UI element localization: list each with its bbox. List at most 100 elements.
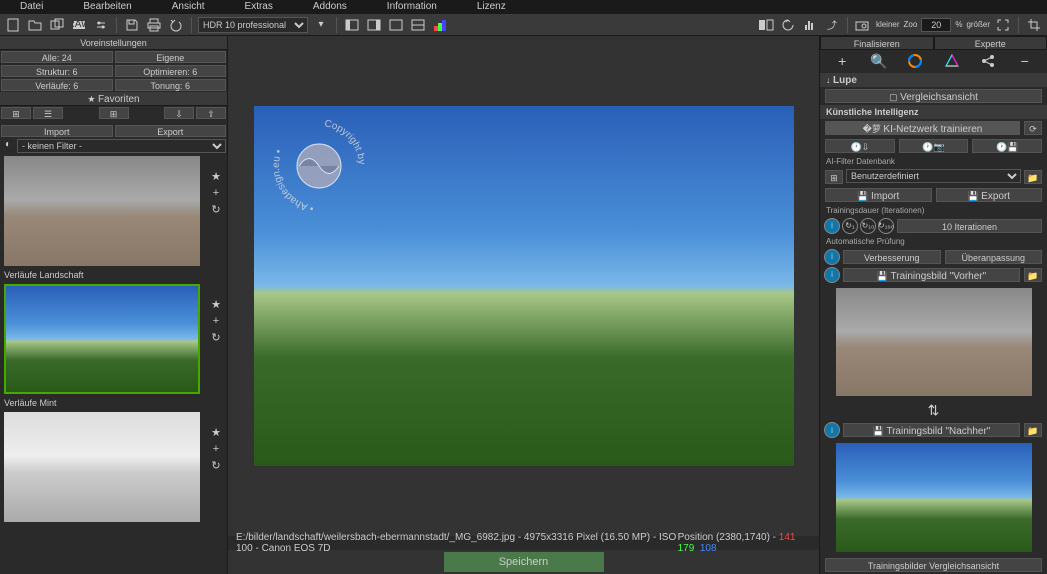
raw-icon[interactable]: RAW xyxy=(70,17,88,33)
menu-lizenz[interactable]: Lizenz xyxy=(457,0,526,14)
anpassung-button[interactable]: Überanpassung xyxy=(945,250,1043,264)
main-image[interactable]: Copyright by • Ahadesign.eu • xyxy=(254,106,794,466)
share-icon[interactable] xyxy=(976,51,1000,71)
verbesserung-button[interactable]: Verbesserung xyxy=(843,250,941,264)
save-icon[interactable] xyxy=(123,17,141,33)
train-button[interactable]: �萝 KI-Netzwerk trainieren xyxy=(825,121,1020,135)
compare-icon[interactable] xyxy=(757,17,775,33)
open-folder-icon[interactable] xyxy=(26,17,44,33)
color-picker-icon[interactable] xyxy=(431,17,449,33)
new-file-icon[interactable] xyxy=(4,17,22,33)
tab-experte[interactable]: Experte xyxy=(934,36,1047,50)
vergleich-button[interactable]: ▢ Vergleichsansicht xyxy=(825,89,1042,103)
hdr-profile-select[interactable]: HDR 10 professional xyxy=(198,17,308,33)
menu-ansicht[interactable]: Ansicht xyxy=(152,0,225,14)
image-canvas[interactable]: Copyright by • Ahadesign.eu • xyxy=(228,36,819,536)
view-list-icon[interactable]: ☰ xyxy=(33,107,63,119)
menu-addons[interactable]: Addons xyxy=(293,0,367,14)
training-after-image[interactable] xyxy=(836,443,1032,552)
zoom-smaller-label[interactable]: kleiner xyxy=(876,20,900,29)
lupe-header[interactable]: ↓ Lupe xyxy=(820,73,1047,87)
refresh-icon[interactable] xyxy=(779,17,797,33)
star-icon[interactable]: ★ xyxy=(211,426,221,439)
auto-info-icon[interactable]: i xyxy=(824,249,840,265)
preset-image-2[interactable] xyxy=(4,412,200,522)
prism-icon[interactable] xyxy=(940,51,964,71)
time3-icon[interactable]: 🕐💾 xyxy=(972,139,1042,153)
db-icon[interactable]: ⊞ xyxy=(825,170,843,184)
import-button[interactable]: Import xyxy=(1,125,113,137)
panel1-icon[interactable] xyxy=(343,17,361,33)
panel4-icon[interactable] xyxy=(409,17,427,33)
batch-icon[interactable] xyxy=(48,17,66,33)
crop-icon[interactable] xyxy=(1025,17,1043,33)
panel2-icon[interactable] xyxy=(365,17,383,33)
plus-icon[interactable]: + xyxy=(213,315,219,327)
zoom-larger-label[interactable]: größer xyxy=(966,20,990,29)
star-icon[interactable]: ★ xyxy=(211,170,221,183)
plus-icon[interactable]: + xyxy=(213,443,219,455)
view-grid2-icon[interactable]: ⊞ xyxy=(99,107,129,119)
iter-100-icon[interactable]: ↻₁₀₀ xyxy=(878,218,894,234)
print-icon[interactable] xyxy=(145,17,163,33)
zoom-input[interactable] xyxy=(921,18,951,32)
tab-finalisieren[interactable]: Finalisieren xyxy=(820,36,934,50)
userdef-select[interactable]: Benutzerdefiniert xyxy=(846,169,1021,183)
filter-tonung[interactable]: Tonung: 6 xyxy=(115,79,227,91)
camera-icon[interactable] xyxy=(854,17,872,33)
before-info-icon[interactable]: i xyxy=(824,267,840,283)
menu-extras[interactable]: Extras xyxy=(225,0,293,14)
panel3-icon[interactable] xyxy=(387,17,405,33)
filter-all[interactable]: Alle: 24 xyxy=(1,51,113,63)
preset-image-1-selected[interactable] xyxy=(4,284,200,394)
iter-1-icon[interactable]: ↻₁ xyxy=(842,218,858,234)
folder-icon[interactable]: 📁 xyxy=(1024,170,1042,184)
preset-thumb-0[interactable]: ★ + ↻ xyxy=(2,156,225,266)
training-before-image[interactable] xyxy=(836,288,1032,397)
view-import-icon[interactable]: ⇩ xyxy=(164,107,194,119)
export-button[interactable]: Export xyxy=(115,125,227,137)
search-icon[interactable]: 🔍 xyxy=(867,51,891,71)
menu-bearbeiten[interactable]: Bearbeiten xyxy=(63,0,151,14)
swap-icon[interactable]: ⇅ xyxy=(820,400,1047,421)
pin-icon[interactable]: ⤴ xyxy=(823,17,841,33)
after-info-icon[interactable]: i xyxy=(824,422,840,438)
view-export-icon[interactable]: ⇧ xyxy=(196,107,226,119)
eyedropper-icon[interactable]: ◐ xyxy=(1,139,15,153)
preset-thumb-2[interactable]: ★ + ↻ xyxy=(2,412,225,522)
color-wheel-icon[interactable] xyxy=(903,51,927,71)
filter-verlaeufe[interactable]: Verläufe: 6 xyxy=(1,79,113,91)
minus-icon[interactable]: − xyxy=(1013,51,1037,71)
filter-own[interactable]: Eigene xyxy=(115,51,227,63)
plus-icon[interactable]: + xyxy=(213,187,219,199)
after-folder-icon[interactable]: 📁 xyxy=(1024,423,1042,437)
refresh-small-icon[interactable]: ↻ xyxy=(211,459,220,472)
settings-icon[interactable] xyxy=(92,17,110,33)
preset-thumb-1[interactable]: ★ + ↻ xyxy=(2,284,225,394)
add-icon[interactable]: + xyxy=(830,51,854,71)
filter-struktur[interactable]: Struktur: 6 xyxy=(1,65,113,77)
refresh-small-icon[interactable]: ↻ xyxy=(211,203,220,216)
histogram-icon[interactable] xyxy=(801,17,819,33)
menu-datei[interactable]: Datei xyxy=(10,0,63,14)
ki-import-button[interactable]: 💾 Import xyxy=(825,188,932,202)
iter-10-button[interactable]: 10 Iterationen xyxy=(897,219,1042,233)
train-refresh-icon[interactable]: ⟳ xyxy=(1024,121,1042,135)
training-compare-button[interactable]: Trainingsbilder Vergleichsansicht xyxy=(825,558,1042,572)
refresh-small-icon[interactable]: ↻ xyxy=(211,331,220,344)
save-button[interactable]: Speichern xyxy=(444,552,604,572)
view-grid-icon[interactable]: ⊞ xyxy=(1,107,31,119)
iter-info-icon[interactable]: i xyxy=(824,218,840,234)
fit-icon[interactable] xyxy=(994,17,1012,33)
star-icon[interactable]: ★ xyxy=(211,298,221,311)
time2-icon[interactable]: 🕐📷 xyxy=(899,139,969,153)
undo-icon[interactable] xyxy=(167,17,185,33)
filter-select[interactable]: - keinen Filter - xyxy=(17,139,226,153)
before-folder-icon[interactable]: 📁 xyxy=(1024,268,1042,282)
time1-icon[interactable]: 🕐⇩ xyxy=(825,139,895,153)
dropdown-extra-icon[interactable]: ▾ xyxy=(312,17,330,33)
preset-image-0[interactable] xyxy=(4,156,200,266)
menu-information[interactable]: Information xyxy=(367,0,457,14)
ki-export-button[interactable]: 💾 Export xyxy=(936,188,1043,202)
filter-optimieren[interactable]: Optimieren: 6 xyxy=(115,65,227,77)
